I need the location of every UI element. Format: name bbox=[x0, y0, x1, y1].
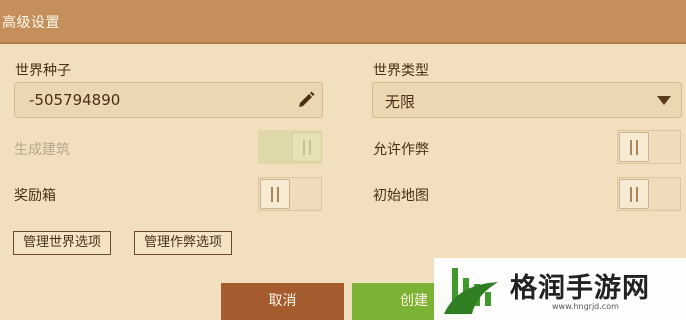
bonus-chest-toggle[interactable] bbox=[258, 177, 322, 211]
toggle-knob bbox=[619, 132, 649, 162]
watermark-text: 格润手游网 bbox=[510, 273, 650, 304]
cancel-button[interactable]: 取消 bbox=[221, 283, 344, 320]
toggle-knob bbox=[292, 132, 322, 162]
manage-cheat-options-button[interactable]: 管理作弊选项 bbox=[134, 231, 232, 255]
watermark: 格润手游网 www.hngrjd.com bbox=[434, 258, 686, 320]
pencil-icon[interactable] bbox=[297, 91, 315, 109]
world-type-label: 世界类型 bbox=[373, 63, 429, 79]
world-type-select[interactable]: 无限 bbox=[372, 82, 682, 118]
toggle-knob bbox=[260, 179, 290, 209]
toggle-knob bbox=[619, 179, 649, 209]
generate-structures-label: 生成建筑 bbox=[14, 142, 70, 158]
seed-label: 世界种子 bbox=[15, 63, 71, 79]
triangle-down-icon bbox=[657, 96, 671, 105]
leaf-chart-logo-icon bbox=[444, 268, 498, 314]
seed-input[interactable]: -505794890 bbox=[14, 82, 323, 118]
dialog-title: 高级设置 bbox=[2, 15, 60, 31]
generate-structures-toggle[interactable] bbox=[258, 130, 322, 164]
allow-cheats-label: 允许作弊 bbox=[373, 142, 429, 158]
watermark-url: www.hngrjd.com bbox=[552, 302, 619, 311]
seed-value: -505794890 bbox=[29, 91, 121, 109]
starting-map-label: 初始地图 bbox=[373, 188, 429, 204]
title-bar: 高级设置 bbox=[0, 0, 686, 44]
starting-map-toggle[interactable] bbox=[617, 177, 681, 211]
world-type-value: 无限 bbox=[385, 93, 416, 111]
bonus-chest-label: 奖励箱 bbox=[14, 188, 56, 204]
manage-world-options-button[interactable]: 管理世界选项 bbox=[13, 231, 111, 255]
allow-cheats-toggle[interactable] bbox=[617, 130, 681, 164]
